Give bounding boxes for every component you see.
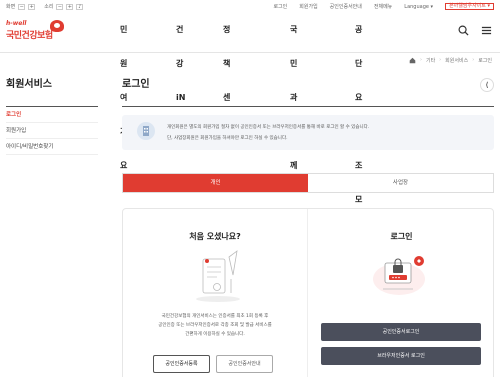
- breadcrumb-item-etc[interactable]: 기타: [426, 57, 435, 64]
- page-title: 로그인 ⟨: [122, 75, 494, 107]
- first-visit-title: 처음 오셨나요?: [189, 232, 241, 241]
- logo-name: 국민건강보험: [6, 31, 53, 41]
- zoom-label: 화면: [6, 4, 16, 10]
- util-link-cert-guide[interactable]: 공인인증서안내: [330, 3, 362, 10]
- side-nav-title: 회원서비스: [6, 75, 98, 107]
- side-nav-item-join[interactable]: 회원가입: [6, 123, 98, 139]
- logo-mark-icon: [50, 20, 64, 32]
- cert-guide-button[interactable]: 공인인증서안내: [216, 355, 273, 373]
- tab-personal[interactable]: 개인: [123, 174, 308, 192]
- utility-bar: 화면 − + 소리 − + ♪ 로그인 회원가입 공인인증서안내 전체메뉴 La…: [0, 0, 500, 13]
- menu-icon[interactable]: [481, 25, 492, 36]
- other-sites-button[interactable]: 본아웰맘우사이트 ▾: [445, 3, 494, 10]
- side-nav: 회원서비스 로그인 회원가입 아이디/비밀번호찾기: [6, 75, 98, 155]
- gnb-item-about[interactable]: 공단요모조모: [355, 13, 362, 204]
- sound-up-button[interactable]: +: [66, 3, 74, 10]
- login-panel: 처음 오셨나요? 국민건강보험의 개인서비스는 인증서를 최초 1회 등록 후 …: [122, 208, 494, 377]
- side-nav-item-find-id[interactable]: 아이디/비밀번호찾기: [6, 139, 98, 155]
- zoom-out-button[interactable]: −: [18, 3, 26, 10]
- breadcrumb: › 기타 › 회원서비스 › 로그인: [409, 53, 492, 67]
- gnb-item-health[interactable]: 건강iN: [176, 13, 185, 102]
- secure-login-illustration-icon: [373, 256, 425, 295]
- util-link-login[interactable]: 로그인: [273, 3, 287, 10]
- tab-business[interactable]: 사업장: [308, 174, 493, 192]
- site-logo[interactable]: h-well 국민건강보험: [6, 20, 66, 46]
- share-icon[interactable]: ⟨: [480, 78, 494, 92]
- side-nav-item-login[interactable]: 로그인: [6, 107, 98, 123]
- logo-tagline: h-well: [6, 20, 27, 27]
- register-cert-button[interactable]: 공인인증서등록: [153, 355, 210, 373]
- member-type-tabs: 개인 사업장: [122, 173, 494, 193]
- notice-line-1: 개인회원은 별도의 회원가입 절차 없이 공인인증서 또는 브라우저인증서를 통…: [167, 125, 370, 130]
- sound-icon[interactable]: ♪: [76, 3, 84, 10]
- notice-line-2: 단, 사업장회원은 회원가입을 하셔야만 로그인 하실 수 있습니다.: [167, 136, 288, 141]
- browser-cert-login-button[interactable]: 브라우저인증서 로그인: [321, 347, 481, 365]
- search-icon[interactable]: [458, 25, 469, 36]
- util-link-join[interactable]: 회원가입: [299, 3, 317, 10]
- gnb-item-civil[interactable]: 민원여기요: [120, 13, 127, 170]
- sound-label: 소리: [44, 4, 54, 10]
- zoom-in-button[interactable]: +: [28, 3, 36, 10]
- certificate-illustration-icon: [196, 250, 240, 302]
- notice-box: 개인회원은 별도의 회원가입 절차 없이 공인인증서 또는 브라우저인증서를 통…: [122, 115, 494, 150]
- first-visit-desc-2: 공인인증 또는 브라우저인증서로 각종 조회 및 발급 서비스를: [158, 323, 272, 328]
- language-select[interactable]: Language ▾: [404, 4, 433, 10]
- login-section-title: 로그인: [390, 232, 413, 241]
- first-visit-section: 처음 오셨나요? 국민건강보험의 개인서비스는 인증서를 최초 1회 등록 후 …: [123, 209, 308, 377]
- building-icon: [137, 122, 155, 140]
- site-header: h-well 국민건강보험 민원여기요 건강iN 정책센터 국민과함께 공단요모…: [0, 13, 500, 204]
- breadcrumb-item-member[interactable]: 회원서비스: [445, 57, 468, 64]
- first-visit-desc-3: 간편하게 이용하실 수 있습니다.: [185, 332, 245, 337]
- login-section: 로그인 공인인증서로그인 브라우저인증서 로그인: [309, 209, 494, 377]
- home-icon[interactable]: [409, 57, 416, 64]
- breadcrumb-item-login: 로그인: [478, 57, 492, 64]
- zoom-controls: 화면 − + 소리 − + ♪: [6, 3, 84, 10]
- util-link-sitemap[interactable]: 전체메뉴: [374, 3, 392, 10]
- first-visit-desc-1: 국민건강보험의 개인서비스는 인증서를 최초 1회 등록 후: [161, 314, 269, 319]
- gnb-item-together[interactable]: 국민과함께: [290, 13, 297, 170]
- main-content: 로그인 ⟨ 개인회원은 별도의 회원가입 절차 없이 공인인증서 또는 브라우저…: [122, 75, 494, 377]
- gnb-item-policy[interactable]: 정책센터: [223, 13, 230, 136]
- cert-login-button[interactable]: 공인인증서로그인: [321, 323, 481, 341]
- sound-down-button[interactable]: −: [56, 3, 64, 10]
